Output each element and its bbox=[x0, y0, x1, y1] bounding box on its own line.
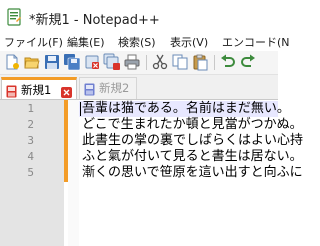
notepad-plus-plus-icon bbox=[7, 8, 21, 26]
text-line: どこで生まれたか頓と見當がつかぬ。 bbox=[82, 117, 303, 132]
redo-icon[interactable] bbox=[239, 53, 257, 71]
line-number: 1 bbox=[27, 102, 34, 115]
tab-label: 新規2 bbox=[99, 81, 130, 95]
fold-margin bbox=[68, 100, 79, 246]
window-title: *新規1 - Notepad++ bbox=[29, 13, 160, 28]
paste-icon[interactable] bbox=[191, 53, 209, 71]
menu-view[interactable]: 表示(V) bbox=[170, 34, 208, 51]
save-all-icon[interactable] bbox=[63, 53, 81, 71]
line-number: 5 bbox=[27, 166, 34, 179]
toolbar-separator bbox=[146, 55, 147, 70]
toolbar-separator bbox=[214, 55, 215, 70]
text-line: 漸くの思いで笹原を這い出すと向ふに bbox=[82, 165, 303, 180]
text-line: 吾輩は猫である。名前はまだ無い。 bbox=[82, 101, 290, 116]
close-icon[interactable] bbox=[83, 53, 101, 71]
text-line: ふと氣が付いて見ると書生は居ない。 bbox=[82, 149, 303, 164]
print-icon[interactable] bbox=[123, 53, 141, 71]
toolbar bbox=[0, 51, 278, 75]
new-file-icon[interactable] bbox=[3, 53, 21, 71]
file-icon bbox=[84, 81, 95, 96]
tab-new1[interactable]: 新規1 bbox=[1, 77, 77, 99]
menu-bar: ファイル(F) 編集(E) 検索(S) 表示(V) エンコード(N bbox=[0, 34, 290, 51]
tab-bar: 新規1 新規2 bbox=[0, 75, 278, 100]
modified-file-icon bbox=[6, 83, 17, 98]
line-number: 2 bbox=[27, 118, 34, 131]
title-bar: *新規1 - Notepad++ bbox=[0, 0, 278, 34]
save-icon[interactable] bbox=[43, 53, 61, 71]
menu-file[interactable]: ファイル(F) bbox=[4, 34, 63, 51]
menu-encoding[interactable]: エンコード(N bbox=[222, 34, 290, 51]
menu-search[interactable]: 検索(S) bbox=[118, 34, 156, 51]
editor[interactable]: 1 2 3 4 5 吾輩は猫である。名前はまだ無い。 どこで生まれたか頓と見當が… bbox=[0, 100, 303, 246]
open-file-icon[interactable] bbox=[23, 53, 41, 71]
menu-edit[interactable]: 編集(E) bbox=[67, 34, 105, 51]
tab-new2[interactable]: 新規2 bbox=[79, 77, 137, 99]
cut-icon[interactable] bbox=[151, 53, 169, 71]
text-caret bbox=[80, 102, 81, 116]
close-tab-icon[interactable] bbox=[61, 83, 72, 98]
close-all-icon[interactable] bbox=[103, 53, 121, 71]
undo-icon[interactable] bbox=[219, 53, 237, 71]
copy-icon[interactable] bbox=[171, 53, 189, 71]
text-line: 此書生の掌の裏でしばらくはよい心持 bbox=[82, 133, 304, 148]
line-number: 4 bbox=[27, 150, 34, 163]
line-number-gutter: 1 2 3 4 5 bbox=[0, 100, 64, 246]
line-number: 3 bbox=[27, 134, 34, 147]
tab-label: 新規1 bbox=[21, 83, 52, 97]
